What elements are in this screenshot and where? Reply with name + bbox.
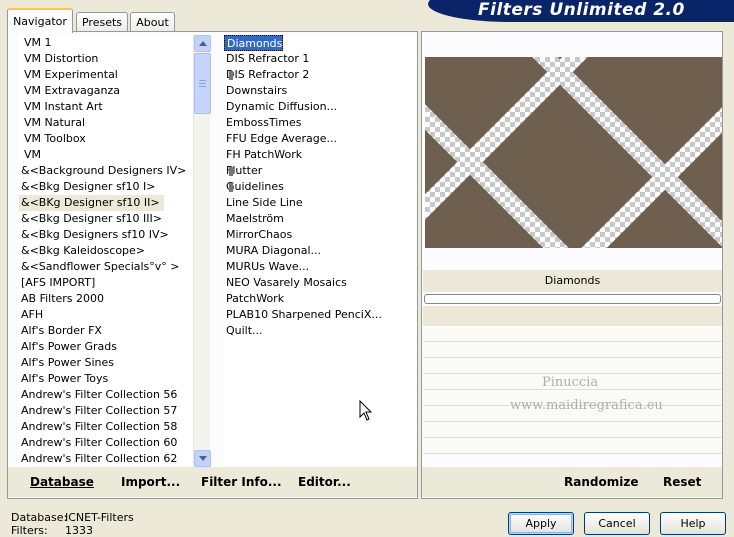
filter-item[interactable]: Quilt... bbox=[224, 323, 263, 339]
category-item[interactable]: VM Toolbox bbox=[19, 131, 86, 147]
category-item[interactable]: VM 1 bbox=[19, 35, 52, 51]
grip-line bbox=[199, 86, 206, 87]
database-info: Database:ICNET-Filters Filters: 1333 bbox=[11, 511, 134, 537]
filter-preview-image bbox=[425, 57, 722, 248]
filter-item[interactable]: DIS Refractor 2 bbox=[224, 67, 309, 83]
filter-item[interactable]: Maelström bbox=[224, 211, 284, 227]
filter-item[interactable]: NEO Vasarely Mosaics bbox=[224, 275, 347, 291]
parameter-slot bbox=[423, 328, 722, 342]
progress-bar bbox=[424, 294, 721, 304]
category-item[interactable]: Andrew's Filter Collection 56 bbox=[19, 387, 177, 403]
resize-grip-icon bbox=[229, 167, 233, 176]
scroll-thumb[interactable] bbox=[194, 53, 211, 114]
parameter-slot bbox=[423, 306, 722, 326]
filter-list[interactable]: Diamonds DIS Refractor 1 DIS Refractor 2 Do… bbox=[224, 35, 416, 467]
filter-item[interactable]: FFU Edge Average... bbox=[224, 131, 337, 147]
watermark-url: www.maidiregrafica.eu bbox=[510, 398, 663, 413]
preview-panel: Diamonds Pinuccia www.maidiregrafica.eu … bbox=[421, 31, 723, 499]
apply-button[interactable]: Apply bbox=[508, 512, 574, 535]
filter-item[interactable]: Downstairs bbox=[224, 83, 287, 99]
resize-grip-icon bbox=[229, 183, 233, 192]
filter-info-button[interactable]: Filter Info... bbox=[201, 475, 282, 489]
filter-item[interactable]: MirrorChaos bbox=[224, 227, 292, 243]
filter-item[interactable]: FH PatchWork bbox=[224, 147, 302, 163]
category-item[interactable]: &<Bkg Designer sf10 I> bbox=[19, 179, 156, 195]
filter-item[interactable]: Dynamic Diffusion... bbox=[224, 99, 337, 115]
filter-item[interactable]: PatchWork bbox=[224, 291, 284, 307]
database-button[interactable]: Database bbox=[30, 475, 94, 489]
database-label: Database bbox=[30, 475, 94, 489]
category-item[interactable]: VM bbox=[19, 147, 41, 163]
scroll-down-button[interactable] bbox=[194, 450, 211, 467]
filter-item[interactable]: DIS Refractor 1 bbox=[224, 51, 309, 67]
filter-item[interactable]: MURA Diagonal... bbox=[224, 243, 321, 259]
category-item[interactable]: &<Background Designers IV> bbox=[19, 163, 186, 179]
category-item[interactable]: &<BKg Designer sf10 II> bbox=[19, 195, 164, 211]
category-item[interactable]: Alf's Power Toys bbox=[19, 371, 108, 387]
cancel-button[interactable]: Cancel bbox=[584, 512, 650, 535]
filter-item[interactable]: Diamonds bbox=[224, 35, 284, 51]
preview-filter-name: Diamonds bbox=[423, 270, 722, 292]
category-item[interactable]: Alf's Border FX bbox=[19, 323, 102, 339]
filter-item[interactable]: EmbossTimes bbox=[224, 115, 302, 131]
navigator-button-bar: Database Import... Filter Info... Editor… bbox=[8, 467, 417, 497]
category-item[interactable]: Alf's Power Grads bbox=[19, 339, 117, 355]
navigator-panel: VM 1 VM Distortion VM Experimental VM Extra… bbox=[7, 31, 418, 499]
filter-item[interactable]: Line Side Line bbox=[224, 195, 303, 211]
resize-grip-icon bbox=[229, 71, 233, 80]
scroll-up-button[interactable] bbox=[194, 35, 211, 52]
help-button[interactable]: Help bbox=[660, 512, 726, 535]
chevron-up-icon bbox=[198, 41, 207, 46]
parameter-slot bbox=[423, 360, 722, 374]
category-item[interactable]: AFH bbox=[19, 307, 43, 323]
filter-item[interactable]: PLAB10 Sharpened PenciX... bbox=[224, 307, 382, 323]
app-title: Filters Unlimited 2.0 bbox=[478, 0, 685, 20]
database-label: Database: bbox=[11, 511, 68, 524]
import-button[interactable]: Import... bbox=[121, 475, 180, 489]
category-item[interactable]: Andrew's Filter Collection 58 bbox=[19, 419, 177, 435]
tab-presets[interactable]: Presets bbox=[76, 12, 128, 32]
category-item[interactable]: &<Bkg Kaleidoscope> bbox=[19, 243, 145, 259]
category-item[interactable]: Andrew's Filter Collection 60 bbox=[19, 435, 177, 451]
diamonds-pattern bbox=[425, 57, 722, 248]
category-item[interactable]: [AFS IMPORT] bbox=[19, 275, 95, 291]
chevron-down-icon bbox=[198, 456, 207, 461]
editor-button[interactable]: Editor... bbox=[298, 475, 351, 489]
category-item[interactable]: AB Filters 2000 bbox=[19, 291, 104, 307]
database-value: ICNET-Filters bbox=[65, 511, 134, 524]
category-item[interactable]: &<Bkg Designers sf10 IV> bbox=[19, 227, 169, 243]
reset-button[interactable]: Reset bbox=[663, 475, 701, 489]
category-item[interactable]: VM Distortion bbox=[19, 51, 98, 67]
watermark-name: Pinuccia bbox=[542, 375, 599, 390]
preview-button-bar: Randomize Reset bbox=[422, 467, 722, 497]
grip-line bbox=[199, 83, 206, 84]
parameter-slot bbox=[423, 424, 722, 438]
grip-line bbox=[199, 80, 206, 81]
mouse-pointer-icon bbox=[359, 400, 373, 421]
category-item[interactable]: Andrew's Filter Collection 62 bbox=[19, 451, 177, 467]
tab-navigator[interactable]: Navigator bbox=[7, 8, 73, 33]
parameter-slot bbox=[423, 344, 722, 358]
category-item[interactable]: VM Experimental bbox=[19, 67, 118, 83]
category-item[interactable]: VM Natural bbox=[19, 115, 85, 131]
tab-about[interactable]: About bbox=[130, 12, 175, 32]
category-scrollbar[interactable] bbox=[193, 35, 211, 467]
category-item[interactable]: VM Extravaganza bbox=[19, 83, 120, 99]
filter-item[interactable]: MURUs Wave... bbox=[224, 259, 309, 275]
category-item[interactable]: VM Instant Art bbox=[19, 99, 103, 115]
category-item[interactable]: Alf's Power Sines bbox=[19, 355, 114, 371]
category-item[interactable]: Andrew's Filter Collection 57 bbox=[19, 403, 177, 419]
category-list[interactable]: VM 1 VM Distortion VM Experimental VM Extra… bbox=[19, 35, 197, 467]
category-item[interactable]: &<Sandflower Specials°v° > bbox=[19, 259, 180, 275]
randomize-button[interactable]: Randomize bbox=[564, 475, 638, 489]
category-item[interactable]: &<Bkg Designer sf10 III> bbox=[19, 211, 162, 227]
parameter-slot bbox=[423, 440, 722, 454]
